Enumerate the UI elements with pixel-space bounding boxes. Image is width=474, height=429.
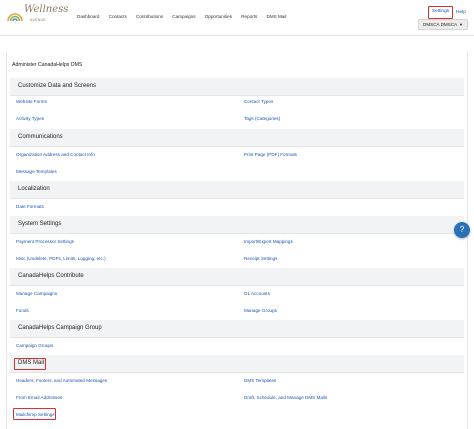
logo-text: Wellness (24, 4, 69, 15)
section-header-communications: Communications (10, 129, 464, 147)
section-title: CanadaHelps Contribute (18, 273, 84, 279)
help-link[interactable]: Help (456, 10, 466, 15)
section-header-system-settings: System Settings (10, 216, 464, 234)
section-header-campaign-group: CanadaHelps Campaign Group (10, 320, 464, 338)
link-website-forms[interactable]: Website Forms (16, 99, 47, 104)
highlight-box-dms-mail (14, 358, 46, 370)
link-draft-schedule-manage[interactable]: Draft, Schedule, and Manage DMS Mails (244, 395, 327, 400)
link-organization-address[interactable]: Organization Address and Contact Info (16, 152, 95, 157)
link-payment-processor-settings[interactable]: Payment Processor Settings (16, 239, 74, 244)
nav-reports[interactable]: Reports (241, 14, 257, 19)
nav-contributions[interactable]: Contributions (136, 14, 163, 19)
highlight-box-mailchimp (13, 408, 56, 420)
link-receipt-settings[interactable]: Receipt Settings (244, 256, 277, 261)
link-campaign-groups[interactable]: Campaign Groups (16, 343, 53, 348)
nav-opportunities[interactable]: Opportunities (205, 14, 232, 19)
top-navigation-bar: Wellness AVENUE Dashboard Contacts Contr… (0, 0, 474, 36)
section-header-localization: Localization (10, 181, 464, 199)
link-headers-footers[interactable]: Headers, Footers, and Automated Messages (16, 378, 107, 383)
nav-contacts[interactable]: Contacts (109, 14, 127, 19)
rainbow-logo-icon (7, 13, 23, 22)
link-manage-campaigns[interactable]: Manage Campaigns (16, 291, 57, 296)
link-print-page-formats[interactable]: Print Page (PDF) Formats (244, 152, 297, 157)
page-title: Administer CanadaHelps DMS (12, 62, 83, 68)
link-import-export-mappings[interactable]: Import/Export Mappings (244, 239, 293, 244)
link-contact-types[interactable]: Contact Types (244, 99, 273, 104)
nav-dashboard[interactable]: Dashboard (77, 14, 99, 19)
logo-subtext: AVENUE (30, 18, 46, 22)
link-tags-categories[interactable]: Tags (Categories) (244, 116, 280, 121)
section-title: CanadaHelps Campaign Group (18, 325, 102, 331)
link-message-templates[interactable]: Message Templates (16, 169, 57, 174)
chevron-down-icon: ▼ (459, 22, 463, 27)
link-activity-types[interactable]: Activity Types (16, 116, 44, 121)
help-fab-button[interactable]: ? (454, 222, 470, 238)
settings-link[interactable]: Settings (428, 6, 453, 19)
main-nav: Dashboard Contacts Contributions Campaig… (77, 14, 296, 19)
user-menu-label: DMSCA DMSCA (423, 22, 458, 27)
link-funds[interactable]: Funds (16, 308, 29, 313)
nav-campaigns[interactable]: Campaigns (172, 14, 195, 19)
link-misc-settings[interactable]: Misc (Undelete, PDFs, Limits, Logging, e… (16, 256, 106, 261)
section-title: Communications (18, 134, 63, 140)
logo[interactable]: Wellness AVENUE (6, 4, 69, 30)
link-date-formats[interactable]: Date Formats (16, 204, 44, 209)
nav-dms-mail[interactable]: DMS Mail (267, 14, 287, 19)
section-title: System Settings (18, 221, 62, 227)
link-dms-templates[interactable]: DMS Templates (244, 378, 276, 383)
section-header-canadahelps-contribute: CanadaHelps Contribute (10, 268, 464, 286)
link-from-email-addresses[interactable]: From Email Addresses (16, 395, 62, 400)
link-gl-accounts[interactable]: GL Accounts (244, 291, 270, 296)
user-menu-dropdown[interactable]: DMSCA DMSCA ▼ (418, 19, 468, 30)
question-mark-icon: ? (459, 225, 465, 234)
link-manage-groups[interactable]: Manage Groups (244, 308, 277, 313)
section-header-customize-data: Customize Data and Screens (10, 78, 464, 96)
section-title: Localization (18, 186, 50, 192)
section-title: Customize Data and Screens (18, 83, 97, 89)
section-header-dms-mail: DMS Mail (10, 355, 464, 373)
